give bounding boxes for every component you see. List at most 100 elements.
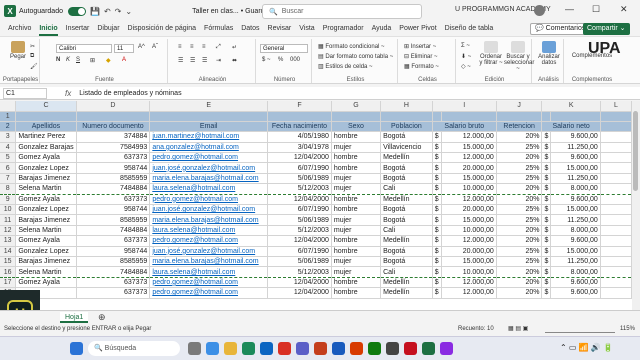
media-icon[interactable] — [404, 342, 417, 355]
font-shrink-icon[interactable]: Aˇ — [152, 44, 158, 50]
cell[interactable]: Villavicencio — [380, 142, 433, 154]
cell[interactable]: $ — [432, 256, 442, 268]
align-left-icon[interactable]: ☰ — [178, 57, 183, 64]
cell[interactable]: $ — [541, 225, 552, 237]
cell[interactable]: hombre — [331, 246, 382, 257]
email-link[interactable]: maria.elena.barajas@hotmail.com — [149, 173, 269, 185]
email-link[interactable]: pedro.gomez@hotmail.com — [149, 277, 269, 289]
cell[interactable] — [496, 111, 543, 122]
cell[interactable]: 10.000,00 — [441, 183, 497, 195]
cell[interactable]: 637373 — [76, 277, 151, 289]
delete-cells-button[interactable]: ⊟ Eliminar ~ — [404, 53, 438, 60]
cell[interactable]: 9.600,00 — [550, 235, 601, 247]
cell[interactable]: $ — [541, 235, 552, 247]
cell[interactable]: 5/12/2003 — [267, 266, 332, 278]
cell[interactable]: 20% — [496, 183, 543, 195]
cell[interactable]: 8585959 — [76, 214, 151, 226]
cell[interactable]: $ — [541, 287, 552, 299]
widgets-icon[interactable] — [206, 342, 219, 355]
cell[interactable] — [600, 142, 632, 154]
cell[interactable]: 637373 — [76, 152, 151, 164]
menu-tab-dise-o-de-tabla[interactable]: Diseño de tabla — [441, 22, 498, 36]
autosave-toggle[interactable] — [67, 6, 86, 16]
column-header[interactable]: E — [149, 101, 269, 112]
insert-cells-button[interactable]: ⊞ Insertar ~ — [404, 43, 436, 50]
cell[interactable]: Gonzalez Lopez — [15, 204, 77, 216]
email-link[interactable]: juan.martinez@hotmail.com — [149, 131, 269, 143]
whatsapp-icon[interactable] — [368, 342, 381, 355]
cell[interactable]: Barajas Jimenez — [15, 173, 77, 185]
cell[interactable]: 20.000,00 — [441, 162, 497, 174]
email-link[interactable]: laura.selena@hotmail.com — [149, 225, 269, 237]
copy-icon[interactable]: ⧉ — [30, 53, 34, 60]
cell[interactable] — [541, 111, 552, 122]
cell[interactable]: 637373 — [76, 235, 151, 247]
menu-tab-ayuda[interactable]: Ayuda — [368, 22, 396, 36]
cell[interactable]: Gomez Ayala — [15, 194, 77, 206]
cell[interactable]: $ — [541, 173, 552, 185]
cell[interactable]: hombre — [331, 277, 382, 289]
redo-icon[interactable]: ↷ — [115, 7, 122, 16]
cell[interactable]: $ — [432, 235, 442, 247]
row-header[interactable]: 3 — [0, 131, 17, 143]
cell[interactable]: $ — [541, 142, 552, 154]
email-link[interactable]: pedro.gomez@hotmail.com — [149, 287, 269, 299]
cell[interactable]: $ — [541, 256, 552, 268]
table-header-cell[interactable]: Numero documento — [76, 121, 151, 133]
name-box[interactable]: C1 — [3, 87, 47, 99]
menu-tab-dibujar[interactable]: Dibujar — [93, 22, 123, 36]
table-header-cell[interactable]: Sexo — [331, 121, 382, 133]
cell[interactable]: Gonzalez Lopez — [15, 246, 77, 257]
cell[interactable]: Medellín — [380, 194, 433, 206]
cell[interactable]: 9.600,00 — [550, 131, 601, 143]
cell[interactable]: hombre — [331, 131, 382, 143]
align-right-icon[interactable]: ☰ — [202, 57, 207, 64]
share-button[interactable]: Compartir ⌄ — [583, 23, 630, 35]
cell[interactable]: 8.000,00 — [550, 225, 601, 237]
cell[interactable]: 5/06/1989 — [267, 256, 332, 268]
table-header-cell[interactable]: Poblacion — [380, 121, 433, 133]
cell[interactable]: mujer — [331, 183, 382, 195]
taskbar-search[interactable]: 🔍 Búsqueda — [88, 341, 180, 356]
cell[interactable]: mujer — [331, 173, 382, 185]
cell[interactable] — [600, 204, 632, 216]
cell[interactable]: 25% — [496, 214, 543, 226]
table-header-cell[interactable]: Email — [149, 121, 269, 133]
cell[interactable] — [600, 173, 632, 185]
align-bottom-icon[interactable]: ≡ — [202, 44, 206, 50]
cell[interactable]: 374884 — [76, 131, 151, 143]
cell[interactable]: 25% — [496, 142, 543, 154]
align-center-icon[interactable]: ☰ — [190, 57, 195, 64]
row-header[interactable]: 6 — [0, 162, 17, 174]
task-view-icon[interactable] — [188, 342, 201, 355]
cell[interactable]: $ — [432, 225, 442, 237]
table-header-cell[interactable]: Salario neto — [541, 121, 601, 133]
font-grow-icon[interactable]: A^ — [138, 44, 145, 50]
cell[interactable]: $ — [541, 183, 552, 195]
cell[interactable]: 15.000,00 — [550, 204, 601, 216]
cell[interactable]: 20.000,00 — [441, 204, 497, 216]
underline-icon[interactable]: S — [76, 57, 80, 63]
cell[interactable]: Martinez Perez — [15, 131, 77, 143]
column-header[interactable]: I — [432, 101, 497, 112]
menu-tab-archivo[interactable]: Archivo — [4, 22, 35, 36]
cell[interactable]: 10.000,00 — [441, 266, 497, 278]
edge-icon[interactable] — [242, 342, 255, 355]
spreadsheet-grid[interactable]: CDEFGHIJKL 1 2 Apellidos Numero documento Em… — [0, 101, 632, 310]
cell[interactable]: 20.000,00 — [441, 246, 497, 257]
teams-icon[interactable] — [296, 342, 309, 355]
email-link[interactable]: pedro.gomez@hotmail.com — [149, 235, 269, 247]
menu-tab-insertar[interactable]: Insertar — [62, 22, 94, 36]
email-link[interactable]: maria.elena.barajas@hotmail.com — [149, 214, 269, 226]
cell[interactable] — [550, 111, 601, 122]
cell[interactable]: 25% — [496, 246, 543, 257]
cell[interactable] — [600, 266, 632, 278]
menu-tab-power-pivot[interactable]: Power Pivot — [395, 22, 440, 36]
cell[interactable] — [600, 214, 632, 226]
cell[interactable]: 11.250,00 — [550, 173, 601, 185]
cell[interactable]: 4/05/1980 — [267, 131, 332, 143]
cell[interactable]: $ — [541, 152, 552, 164]
orientation-icon[interactable]: ⤢ — [216, 44, 221, 51]
cell[interactable]: $ — [432, 162, 442, 174]
cell[interactable]: 12/04/2000 — [267, 287, 332, 299]
